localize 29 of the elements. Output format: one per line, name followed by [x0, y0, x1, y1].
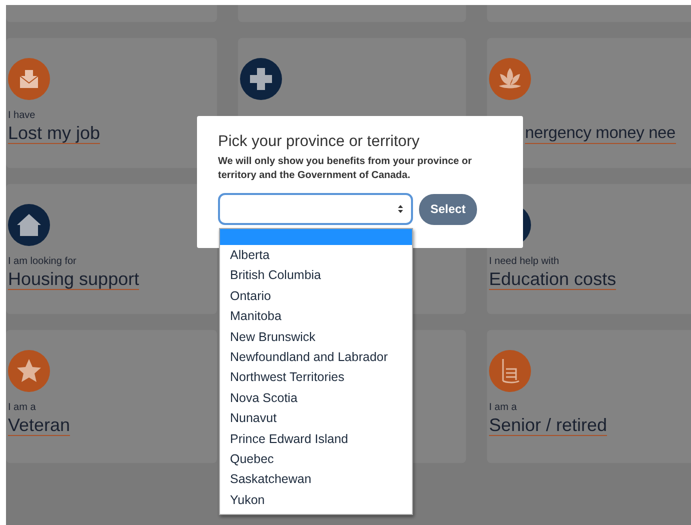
province-option[interactable]: Alberta	[220, 245, 412, 266]
updown-arrows-icon	[398, 205, 403, 213]
dialog-title: Pick your province or territory	[218, 132, 421, 152]
province-option[interactable]: British Columbia	[220, 265, 412, 286]
province-option[interactable]: Manitoba	[220, 306, 412, 327]
card-link[interactable]: Senior / retired	[489, 415, 608, 436]
province-option[interactable]: Prince Edward Island	[220, 428, 412, 450]
province-option[interactable]: Northwest Territories	[220, 367, 412, 388]
province-option[interactable]: Ontario	[220, 286, 412, 306]
card-link[interactable]: Housing support	[8, 269, 140, 290]
card-label: I have	[8, 110, 36, 122]
dialog-text: We will only show you benefits from your province or territory and the Government of Canada.	[218, 155, 473, 183]
select-button[interactable]: Select	[419, 194, 477, 224]
province-select[interactable]	[218, 193, 413, 225]
province-option[interactable]: Nunavut	[220, 408, 412, 429]
province-option[interactable]: Newfoundland and Labrador	[220, 347, 412, 368]
card-link[interactable]: Education costs	[489, 269, 616, 290]
card-link[interactable]: Veteran	[8, 415, 70, 436]
province-option[interactable]: Nova Scotia	[220, 388, 412, 408]
province-option[interactable]: New Brunswick	[220, 326, 412, 348]
province-option[interactable]: Quebec	[220, 449, 412, 470]
card-label: I am a	[8, 402, 37, 414]
card-label: I am a	[489, 402, 518, 414]
province-option[interactable]: Saskatchewan	[220, 469, 412, 490]
card-link[interactable]: nergency money nee	[525, 123, 676, 144]
card-link[interactable]: Lost my job	[8, 123, 100, 144]
province-option[interactable]: Yukon	[220, 490, 412, 510]
card-label: I am looking for	[8, 256, 78, 268]
card-label: I need help with	[489, 256, 560, 268]
